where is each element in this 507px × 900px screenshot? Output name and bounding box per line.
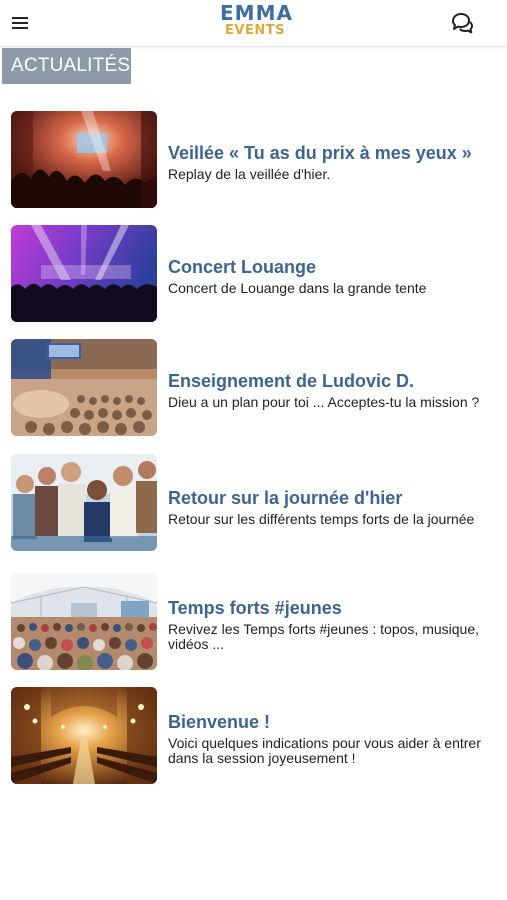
news-thumbnail-vigil xyxy=(11,111,157,208)
section-title-actualites: ACTUALITÉS xyxy=(2,48,131,84)
logo-text-events: EVENTS xyxy=(225,23,285,38)
news-item[interactable]: Enseignement de Ludovic D. Dieu a un pla… xyxy=(0,339,507,441)
logo-text-emma: EMMA xyxy=(220,1,293,25)
chat-bubbles-icon[interactable] xyxy=(450,12,474,34)
news-title: Veillée « Tu as du prix à mes yeux » xyxy=(168,143,472,163)
news-thumbnail-concert xyxy=(11,225,157,322)
news-title: Bienvenue ! xyxy=(168,712,271,732)
news-thumbnail-teaching xyxy=(11,339,157,436)
news-item[interactable]: Concert Louange Concert de Louange dans … xyxy=(0,225,507,327)
hamburger-menu-icon[interactable] xyxy=(10,13,32,33)
app-header: EMMA EVENTS xyxy=(0,0,507,47)
news-title: Concert Louange xyxy=(168,257,317,277)
news-description: Dieu a un plan pour toi ... Acceptes-tu … xyxy=(168,394,480,410)
news-title: Enseignement de Ludovic D. xyxy=(168,371,415,391)
news-item[interactable]: Veillée « Tu as du prix à mes yeux » Rep… xyxy=(0,111,507,213)
news-item[interactable]: Bienvenue ! Voici quelques indications p… xyxy=(0,687,507,789)
news-description: Replay de la veillée d'hier. xyxy=(168,166,331,182)
news-thumbnail-youth xyxy=(11,573,157,670)
news-description: Retour sur les différents temps forts de… xyxy=(168,511,475,527)
news-description: Voici quelques indications pour vous aid… xyxy=(168,735,481,766)
app-logo: EMMA EVENTS xyxy=(220,1,293,40)
news-item[interactable]: Retour sur la journée d'hier Retour sur … xyxy=(0,454,507,556)
news-description: Concert de Louange dans la grande tente xyxy=(168,280,427,296)
news-thumbnail-church xyxy=(11,687,157,784)
news-item[interactable]: Temps forts #jeunes Revivez les Temps fo… xyxy=(0,573,507,675)
news-title: Retour sur la journée d'hier xyxy=(168,488,403,508)
news-title: Temps forts #jeunes xyxy=(168,598,342,618)
news-description: Revivez les Temps forts #jeunes : topos,… xyxy=(168,621,480,652)
news-thumbnail-group xyxy=(11,454,157,551)
